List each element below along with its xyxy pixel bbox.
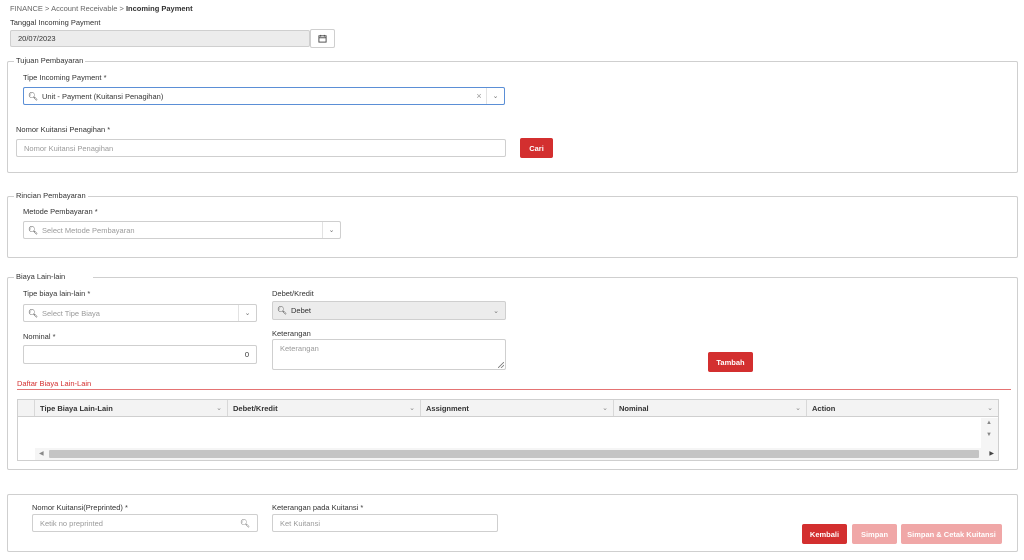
calendar-button[interactable] (310, 29, 335, 48)
chevron-down-icon[interactable]: ⌄ (602, 404, 608, 412)
nominal-label: Nominal * (23, 332, 56, 341)
nominal-value: 0 (244, 350, 249, 359)
debet-kredit-label: Debet/Kredit (272, 289, 314, 298)
biaya-grid: Tipe Biaya Lain-Lain ⌄ Debet/Kredit ⌄ Assi… (17, 399, 999, 461)
breadcrumb-item-account-receivable[interactable]: Account Receivable (51, 4, 117, 13)
chevron-down-icon[interactable]: ⌄ (238, 305, 256, 321)
chevron-down-icon[interactable]: ⌄ (486, 88, 504, 104)
breadcrumb-separator: > (119, 4, 124, 13)
breadcrumb-item-finance[interactable]: FINANCE (10, 4, 43, 13)
search-icon[interactable]: 🔍︎ (240, 519, 250, 528)
nominal-input[interactable]: 0 (23, 345, 257, 364)
biaya-lain-lain-legend: Biaya Lain-lain (14, 272, 94, 281)
tanggal-value: 20/07/2023 (18, 34, 56, 43)
rincian-pembayaran-legend: Rincian Pembayaran (14, 191, 88, 200)
biaya-grid-header: Tipe Biaya Lain-Lain ⌄ Debet/Kredit ⌄ Assi… (18, 400, 998, 417)
search-icon: 🔍︎ (276, 306, 288, 315)
metode-pembayaran-placeholder: Select Metode Pembayaran (42, 225, 135, 235)
keterangan-kuitansi-placeholder: Ket Kuitansi (280, 518, 321, 528)
grid-checkbox-column[interactable] (18, 400, 35, 416)
tipe-biaya-placeholder: Select Tipe Biaya (42, 308, 100, 318)
nomor-kuitansi-penagihan-placeholder: Nomor Kuitansi Penagihan (24, 143, 114, 153)
scroll-down-icon[interactable]: ▼ (986, 432, 992, 438)
kembali-button[interactable]: Kembali (802, 524, 847, 544)
tanggal-input[interactable]: 20/07/2023 (10, 30, 310, 47)
tipe-biaya-label: Tipe biaya lain-lain * (23, 289, 91, 298)
tipe-incoming-payment-label: Tipe Incoming Payment * (23, 73, 107, 82)
chevron-down-icon[interactable]: ⌄ (216, 404, 222, 412)
search-icon: 🔍︎ (27, 308, 39, 318)
search-icon: 🔍︎ (27, 225, 39, 235)
tanggal-label: Tanggal Incoming Payment (10, 18, 101, 27)
breadcrumb-item-incoming-payment: Incoming Payment (125, 4, 193, 13)
nomor-kuitansi-penagihan-label: Nomor Kuitansi Penagihan * (16, 125, 111, 134)
calendar-icon (318, 34, 327, 43)
chevron-down-icon[interactable]: ⌄ (987, 404, 993, 412)
tipe-incoming-payment-value: Unit - Payment (Kuitansi Penagihan) (42, 91, 164, 101)
scroll-up-icon[interactable]: ▲ (986, 420, 992, 426)
tipe-incoming-payment-select[interactable]: 🔍︎ Unit - Payment (Kuitansi Penagihan) ×… (23, 87, 505, 105)
column-header-debet-kredit[interactable]: Debet/Kredit ⌄ (228, 400, 421, 416)
clear-icon[interactable]: × (472, 91, 486, 101)
keterangan-placeholder: Keterangan (280, 344, 319, 353)
nomor-kuitansi-preprinted-input[interactable]: Ketik no preprinted 🔍︎ (32, 514, 258, 532)
scroll-right-icon[interactable]: ▶ (989, 450, 994, 457)
tujuan-pembayaran-legend: Tujuan Pembayaran (14, 56, 86, 65)
resize-handle-icon[interactable] (498, 362, 504, 368)
tujuan-pembayaran-section: Tujuan Pembayaran Tipe Incoming Payment … (7, 56, 1018, 173)
cari-button[interactable]: Cari (520, 138, 553, 158)
tipe-biaya-select[interactable]: 🔍︎ Select Tipe Biaya ⌄ (23, 304, 257, 322)
scroll-thumb[interactable] (49, 450, 979, 458)
simpan-button[interactable]: Simpan (852, 524, 897, 544)
debet-kredit-select[interactable]: 🔍︎ Debet ⌄ (272, 301, 506, 320)
column-header-action[interactable]: Action ⌄ (807, 400, 998, 416)
column-header-label: Nominal (619, 403, 649, 413)
chevron-down-icon[interactable]: ⌄ (795, 404, 801, 412)
simpan-cetak-kuitansi-button[interactable]: Simpan & Cetak Kuitansi (901, 524, 1002, 544)
keterangan-textarea[interactable]: Keterangan (272, 339, 506, 370)
grid-horizontal-scrollbar[interactable]: ◀ ▶ (35, 448, 998, 460)
chevron-down-icon[interactable]: ⌄ (487, 302, 505, 319)
column-header-nominal[interactable]: Nominal ⌄ (614, 400, 807, 416)
metode-pembayaran-select[interactable]: 🔍︎ Select Metode Pembayaran ⌄ (23, 221, 341, 239)
keterangan-kuitansi-input[interactable]: Ket Kuitansi (272, 514, 498, 532)
column-header-assignment[interactable]: Assignment ⌄ (421, 400, 614, 416)
column-header-label: Action (812, 403, 836, 413)
keterangan-label: Keterangan (272, 329, 311, 338)
scroll-left-icon[interactable]: ◀ (39, 450, 44, 457)
breadcrumb-separator: > (45, 4, 50, 13)
column-header-label: Tipe Biaya Lain-Lain (40, 403, 113, 413)
nomor-kuitansi-penagihan-input[interactable]: Nomor Kuitansi Penagihan (16, 139, 506, 157)
search-icon: 🔍︎ (27, 91, 39, 101)
column-header-label: Assignment (426, 403, 469, 413)
nomor-kuitansi-preprinted-placeholder: Ketik no preprinted (40, 518, 103, 528)
biaya-lain-lain-section: Biaya Lain-lain Tipe biaya lain-lain * 🔍… (7, 272, 1018, 470)
kuitansi-section: Nomor Kuitansi(Preprinted) * Ketik no pr… (7, 494, 1018, 552)
debet-kredit-value: Debet (291, 306, 312, 315)
chevron-down-icon[interactable]: ⌄ (409, 404, 415, 412)
column-header-tipe-biaya[interactable]: Tipe Biaya Lain-Lain ⌄ (35, 400, 228, 416)
nomor-kuitansi-preprinted-label: Nomor Kuitansi(Preprinted) * (32, 503, 128, 512)
breadcrumb: FINANCE > Account Receivable > Incoming … (10, 4, 193, 13)
column-header-label: Debet/Kredit (233, 403, 278, 413)
chevron-down-icon[interactable]: ⌄ (322, 222, 340, 238)
rincian-pembayaran-section: Rincian Pembayaran Metode Pembayaran * 🔍… (7, 191, 1018, 258)
daftar-biaya-title: Daftar Biaya Lain-Lain (17, 379, 92, 388)
metode-pembayaran-label: Metode Pembayaran * (23, 207, 98, 216)
keterangan-kuitansi-label: Keterangan pada Kuitansi * (272, 503, 364, 512)
tambah-button[interactable]: Tambah (708, 352, 753, 372)
daftar-biaya-divider (17, 389, 1011, 390)
